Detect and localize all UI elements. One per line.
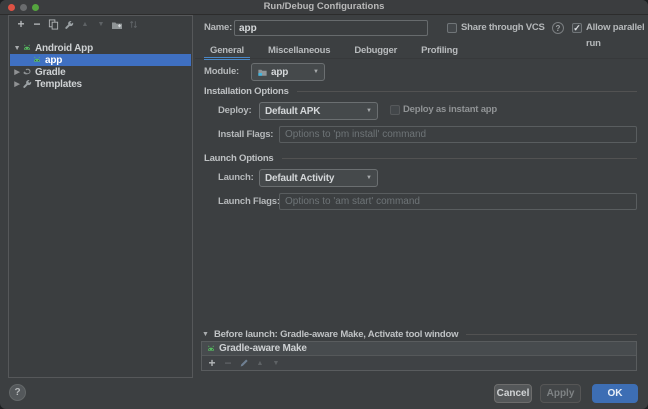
instant-app-label: Deploy as instant app [403, 102, 497, 118]
android-icon [205, 344, 217, 354]
module-folder-icon [257, 67, 268, 78]
configurations-toolbar: + − ▲ ▼ [9, 16, 192, 33]
ok-button[interactable]: OK [592, 384, 638, 403]
before-launch-task-row[interactable]: Gradle-aware Make [202, 342, 636, 356]
section-divider-line [297, 91, 637, 92]
section-divider-line [466, 334, 637, 335]
launch-flags-input[interactable] [279, 193, 637, 210]
tree-item-templates[interactable]: ▶ Templates [10, 78, 191, 90]
allow-parallel-checkbox[interactable]: ✓ [572, 23, 582, 33]
share-vcs-checkbox[interactable] [447, 23, 457, 33]
install-flags-input[interactable] [279, 126, 637, 143]
tree-item-label: app [45, 55, 62, 66]
tab-miscellaneous[interactable]: Miscellaneous [262, 44, 336, 59]
launch-label: Launch: [218, 170, 254, 186]
before-launch-task-list: Gradle-aware Make + − ▲ ▼ [201, 341, 637, 371]
tab-debugger[interactable]: Debugger [348, 44, 403, 59]
before-launch-toolbar: + − ▲ ▼ [202, 356, 636, 370]
settings-tabbar: General Miscellaneous Debugger Profiling [204, 44, 464, 59]
install-flags-label: Install Flags: [218, 127, 273, 143]
templates-wrench-icon [21, 79, 33, 89]
name-input[interactable] [234, 20, 428, 36]
chevron-expanded-icon[interactable]: ▼ [13, 45, 21, 52]
launch-options-header: Launch Options [204, 152, 637, 164]
titlebar[interactable]: Run/Debug Configurations [0, 0, 648, 15]
module-select[interactable]: app ▼ [251, 63, 325, 81]
configurations-panel: + − ▲ ▼ ▼ Android App [8, 15, 193, 378]
window-title: Run/Debug Configurations [0, 0, 648, 14]
move-task-up-icon[interactable]: ▲ [252, 356, 268, 371]
move-task-down-icon[interactable]: ▼ [268, 356, 284, 371]
share-vcs-label: Share through VCS [461, 20, 545, 36]
add-task-icon[interactable]: + [204, 356, 220, 371]
move-up-icon[interactable]: ▲ [77, 17, 93, 32]
dropdown-caret-icon: ▼ [313, 69, 319, 75]
run-debug-configurations-dialog: Run/Debug Configurations + − ▲ ▼ ▼ [0, 0, 648, 409]
edit-task-pencil-icon[interactable] [236, 356, 252, 371]
android-icon [21, 43, 33, 53]
edit-defaults-wrench-icon[interactable] [61, 17, 77, 32]
launch-select[interactable]: Default Activity ▼ [259, 169, 378, 187]
name-label: Name: [204, 20, 232, 36]
tree-item-android-app[interactable]: ▼ Android App [10, 42, 191, 54]
section-divider-line [282, 158, 637, 159]
apply-button[interactable]: Apply [540, 384, 581, 403]
chevron-collapsed-icon[interactable]: ▶ [13, 80, 21, 88]
before-launch-task-label: Gradle-aware Make [219, 343, 307, 354]
cancel-button[interactable]: Cancel [494, 384, 532, 403]
launch-options-title: Launch Options [204, 153, 274, 164]
installation-options-title: Installation Options [204, 86, 289, 97]
tree-item-label: Templates [35, 79, 82, 90]
tree-item-gradle[interactable]: ▶ Gradle [10, 66, 191, 78]
help-button[interactable]: ? [9, 384, 26, 401]
share-vcs-help-icon[interactable]: ? [552, 22, 564, 34]
dropdown-caret-icon: ▼ [366, 175, 372, 181]
instant-app-checkbox[interactable] [390, 105, 400, 115]
module-label: Module: [204, 64, 239, 80]
tree-item-label: Android App [35, 43, 93, 54]
new-folder-icon[interactable] [109, 17, 125, 32]
module-value: app [271, 67, 288, 78]
deploy-select[interactable]: Default APK ▼ [259, 102, 378, 120]
remove-task-icon[interactable]: − [220, 356, 236, 371]
launch-flags-label: Launch Flags: [218, 194, 280, 210]
chevron-expanded-icon[interactable]: ▼ [202, 331, 209, 338]
deploy-label: Deploy: [218, 103, 251, 119]
tree-item-app[interactable]: app [10, 54, 191, 66]
android-icon [31, 55, 43, 65]
installation-options-header: Installation Options [204, 85, 637, 97]
tabbar-divider [195, 58, 648, 59]
before-launch-header[interactable]: ▼ Before launch: Gradle-aware Make, Acti… [202, 328, 637, 340]
before-launch-title: Before launch: Gradle-aware Make, Activa… [214, 329, 458, 340]
allow-parallel-label: Allow parallel run [586, 20, 648, 36]
move-down-icon[interactable]: ▼ [93, 17, 109, 32]
remove-configuration-icon[interactable]: − [29, 17, 45, 32]
chevron-collapsed-icon[interactable]: ▶ [13, 68, 21, 76]
tab-general[interactable]: General [204, 44, 250, 59]
tree-item-label: Gradle [35, 67, 65, 78]
launch-value: Default Activity [265, 173, 334, 184]
add-configuration-icon[interactable]: + [13, 17, 29, 32]
gradle-elephant-icon [21, 67, 33, 77]
dropdown-caret-icon: ▼ [366, 108, 372, 114]
deploy-value: Default APK [265, 106, 320, 117]
configurations-tree: ▼ Android App app ▶ Gradle ▶ [9, 36, 192, 377]
tab-profiling[interactable]: Profiling [415, 44, 464, 59]
copy-configuration-icon[interactable] [45, 17, 61, 32]
sort-configurations-icon[interactable] [125, 17, 141, 32]
